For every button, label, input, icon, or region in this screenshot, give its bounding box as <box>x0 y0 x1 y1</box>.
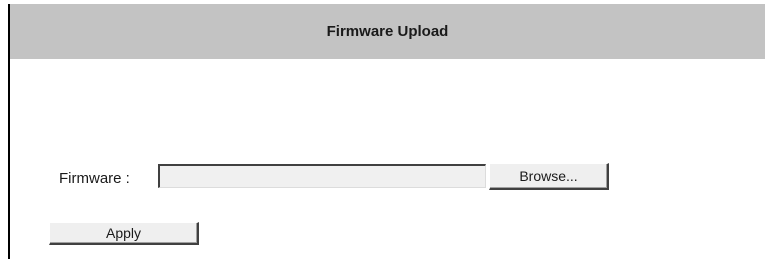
panel-header: Firmware Upload <box>10 4 765 59</box>
browse-button[interactable]: Browse... <box>489 163 609 190</box>
firmware-label: Firmware : <box>59 170 130 187</box>
page-title: Firmware Upload <box>326 23 449 40</box>
firmware-file-field[interactable] <box>158 164 486 188</box>
apply-button[interactable]: Apply <box>49 222 199 245</box>
firmware-upload-panel: Firmware Upload Firmware : Browse... App… <box>0 0 765 259</box>
